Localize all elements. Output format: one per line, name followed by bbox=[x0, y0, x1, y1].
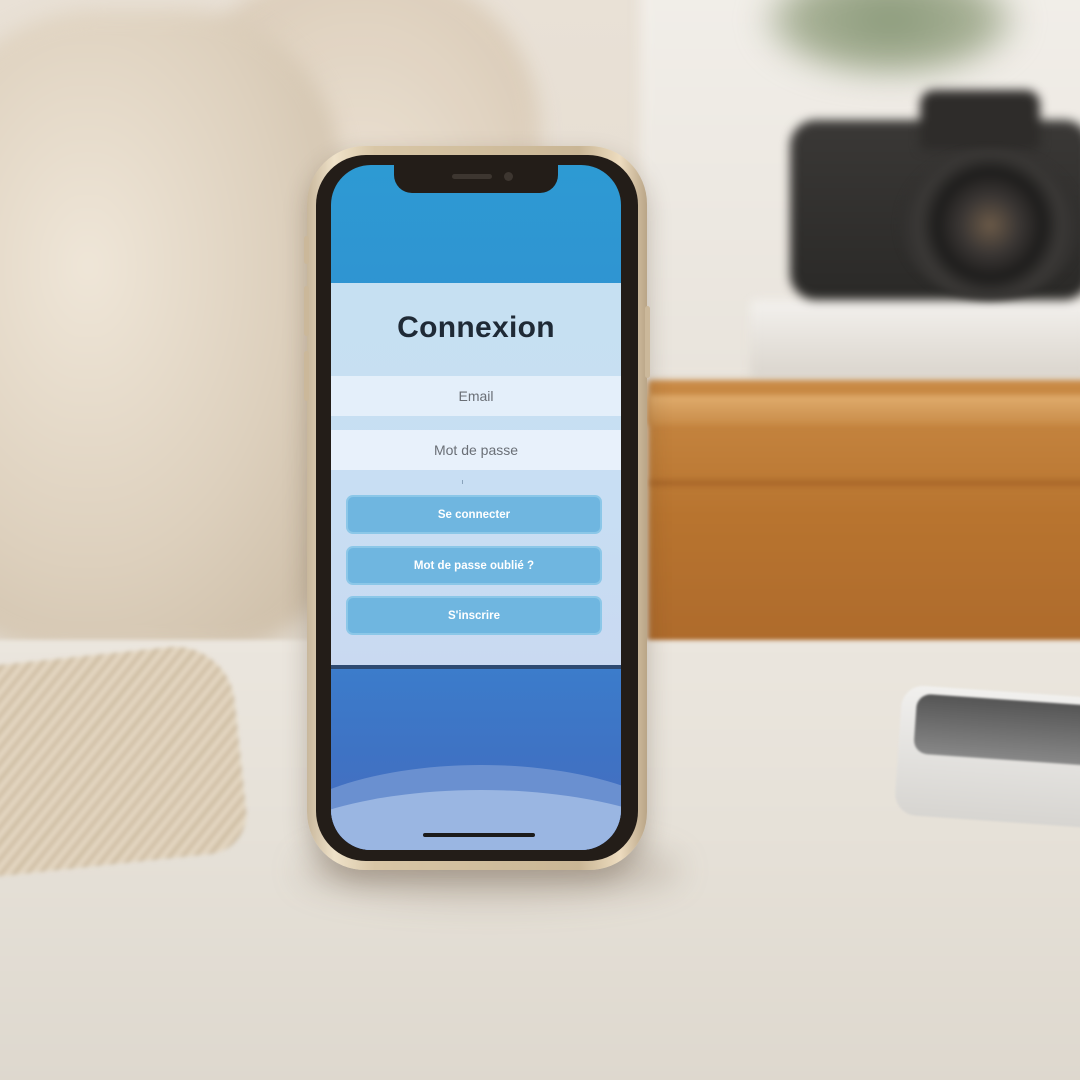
phone-screen: Connexion Se connecter Mot de passe oubl… bbox=[331, 165, 621, 850]
camera-viewfinder bbox=[920, 90, 1040, 150]
phone-volume-up-button bbox=[304, 286, 309, 336]
signup-button[interactable]: S'inscrire bbox=[346, 596, 602, 635]
cabinet-top bbox=[648, 395, 1080, 425]
cabinet-groove bbox=[650, 480, 1080, 486]
book-stack bbox=[750, 300, 1080, 380]
email-field[interactable] bbox=[331, 376, 621, 416]
phone-side-button bbox=[304, 236, 309, 264]
forgot-password-button[interactable]: Mot de passe oublié ? bbox=[346, 546, 602, 585]
login-card: Connexion Se connecter Mot de passe oubl… bbox=[331, 283, 621, 665]
sofa-cushion bbox=[0, 10, 340, 650]
speaker-grille bbox=[452, 174, 492, 179]
password-field[interactable] bbox=[331, 430, 621, 470]
phone-volume-down-button bbox=[304, 351, 309, 401]
camera-lens bbox=[900, 150, 1080, 300]
front-camera-icon bbox=[504, 172, 513, 181]
cursor-mark bbox=[462, 480, 463, 484]
decorative-wave-light bbox=[331, 790, 621, 850]
phone-notch bbox=[394, 165, 558, 193]
phone-power-button bbox=[645, 306, 650, 378]
wicker-basket bbox=[0, 640, 251, 880]
login-button[interactable]: Se connecter bbox=[346, 495, 602, 534]
home-indicator[interactable] bbox=[423, 833, 535, 837]
page-title: Connexion bbox=[397, 311, 555, 344]
